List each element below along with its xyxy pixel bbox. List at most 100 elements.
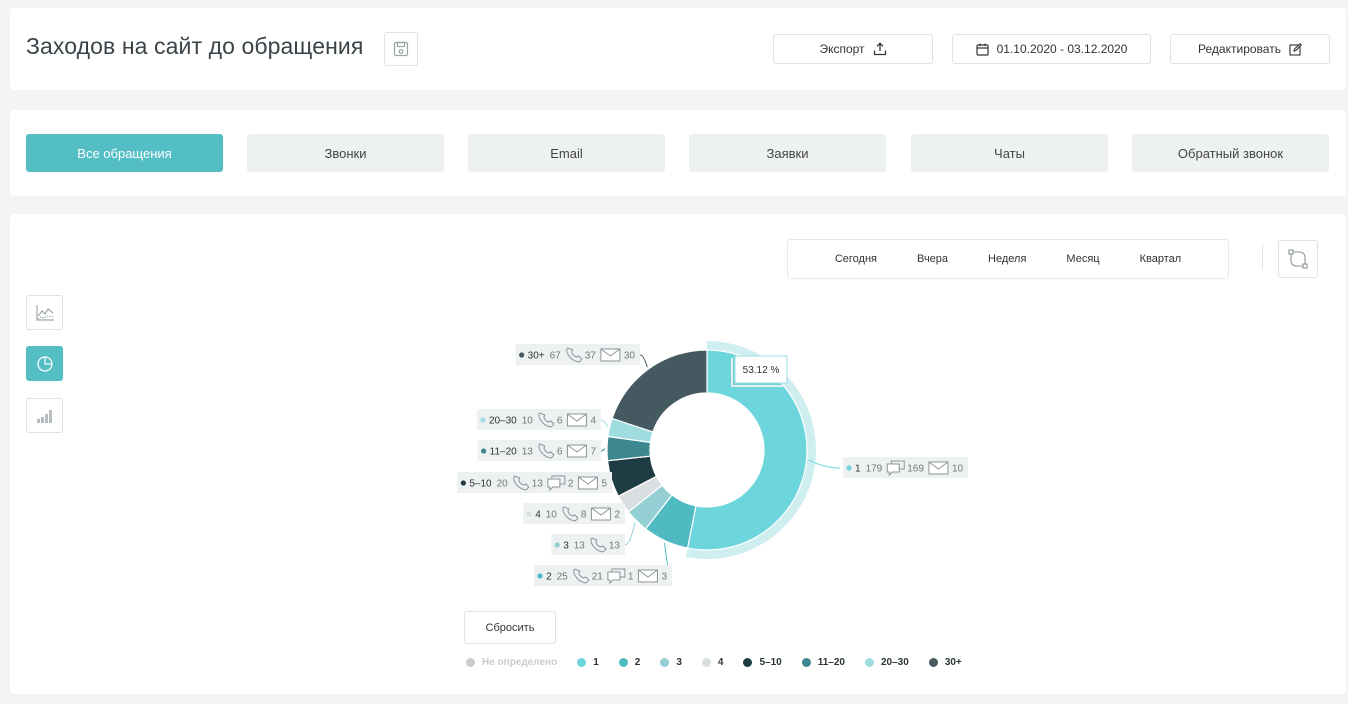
reset-button[interactable]: Сбросить	[464, 611, 556, 644]
label-dot	[519, 352, 525, 358]
chart-legend: Не определено 1 2 3 4 5–10 11–20 20–30 30+	[466, 657, 982, 668]
tabs-card: Все обращения Звонки Email Заявки Чаты О…	[10, 110, 1346, 196]
legend-dot	[618, 658, 628, 667]
label-dot	[480, 417, 486, 423]
edit-icon	[1289, 42, 1302, 56]
slice-tooltip: 53.12 %	[731, 355, 788, 387]
page-title: Заходов на сайт до обращения	[26, 33, 364, 59]
tab-email[interactable]: Email	[468, 134, 665, 172]
legend-item-4[interactable]: 4	[701, 657, 724, 668]
label-total: 10	[522, 416, 534, 427]
legend-item-3[interactable]: 3	[660, 657, 682, 668]
label-name: 1	[855, 464, 861, 475]
legend-label: Не определено	[482, 657, 558, 668]
leader-line	[600, 419, 609, 428]
leader-line	[639, 354, 648, 368]
legend-label: 20–30	[881, 657, 909, 668]
label-name: 20–30	[489, 416, 517, 427]
label-name: 3	[563, 541, 569, 552]
legend-dot	[928, 658, 938, 667]
legend-label: 4	[717, 657, 724, 668]
legend-label: 5–10	[759, 657, 782, 668]
legend-label: 1	[593, 657, 599, 668]
legend-label: 11–20	[817, 657, 845, 668]
tab-label: Звонки	[324, 145, 367, 161]
label-calls: 21	[592, 572, 604, 583]
save-button[interactable]	[384, 32, 418, 66]
tab-label: Email	[550, 145, 583, 161]
label-chats: 1	[628, 572, 634, 583]
legend-item-30-plus[interactable]: 30+	[928, 657, 962, 668]
slice-label-11-20: 11–20 13 6 7	[477, 440, 606, 461]
export-button[interactable]: Экспорт	[773, 34, 933, 64]
chart-card: Сегодня Вчера Неделя Месяц Квартал 53.12…	[10, 214, 1346, 694]
label-dot	[554, 542, 560, 548]
label-name: 5–10	[469, 479, 492, 490]
reset-label: Сбросить	[485, 621, 535, 634]
tab-callback[interactable]: Обратный звонок	[1132, 134, 1329, 172]
tab-all[interactable]: Все обращения	[26, 134, 223, 172]
legend-dot	[466, 658, 475, 667]
legend-dot	[801, 658, 811, 667]
tab-label: Обратный звонок	[1177, 145, 1284, 161]
legend-dot	[743, 658, 753, 667]
tab-label: Чаты	[994, 145, 1025, 161]
slice-label-4: 4 10 8 2	[523, 503, 626, 524]
label-dot	[460, 480, 466, 486]
export-label: Экспорт	[819, 42, 865, 56]
tooltip-text: 53.12 %	[743, 365, 780, 376]
slice-label-30-plus: 30+ 67 37 30	[515, 344, 648, 368]
label-total: 20	[497, 479, 509, 490]
label-name: 11–20	[490, 447, 518, 458]
legend-item-5-10[interactable]: 5–10	[743, 657, 782, 668]
label-calls: 8	[581, 510, 587, 521]
legend-dot	[660, 658, 670, 667]
date-range-button[interactable]: 01.10.2020 - 03.12.2020	[952, 34, 1151, 64]
legend-label: 3	[676, 657, 682, 668]
label-name: 30+	[528, 351, 545, 362]
tab-label: Все обращения	[77, 145, 172, 161]
label-name: 4	[535, 510, 541, 521]
label-box	[843, 457, 969, 478]
label-dot	[481, 448, 487, 454]
legend-item-undefined[interactable]: Не определено	[466, 657, 557, 668]
tab-requests[interactable]: Заявки	[689, 134, 886, 172]
slice-label-5-10: 5–10 20 13 2 5	[457, 472, 613, 493]
slice-label-20-30: 20–30 10 6 4	[476, 409, 609, 430]
legend-item-2[interactable]: 2	[618, 657, 641, 668]
legend-item-20-30[interactable]: 20–30	[865, 657, 909, 668]
label-chats: 2	[568, 479, 574, 490]
label-dot	[526, 511, 532, 517]
label-total: 10	[546, 510, 558, 521]
label-calls: 13	[609, 541, 621, 552]
header-card: Заходов на сайт до обращения Экспорт 01.…	[10, 8, 1346, 90]
edit-button[interactable]: Редактировать	[1170, 34, 1330, 64]
label-emails: 10	[952, 464, 964, 475]
label-chats: 169	[907, 464, 924, 475]
tab-calls[interactable]: Звонки	[247, 134, 444, 172]
label-emails: 7	[590, 447, 596, 458]
label-emails: 3	[661, 572, 667, 583]
label-emails: 4	[590, 416, 596, 427]
legend-item-11-20[interactable]: 11–20	[801, 657, 845, 668]
legend-item-1[interactable]: 1	[577, 657, 599, 668]
legend-dot	[701, 658, 711, 667]
date-range-label: 01.10.2020 - 03.12.2020	[996, 42, 1128, 56]
pie-chart: 53.12 %1 179 169 102 25 21 1 33 13 134 10 8 25–10 20 1…	[457, 341, 969, 586]
slice-label-1: 1 179 169 10	[808, 457, 969, 478]
slice-label-3: 3 13 13	[551, 522, 636, 555]
legend-dot	[865, 658, 874, 667]
calendar-icon	[976, 43, 989, 56]
tab-chats[interactable]: Чаты	[911, 134, 1108, 172]
leader-line	[624, 522, 636, 546]
label-calls: 37	[585, 351, 597, 362]
save-icon	[393, 41, 409, 57]
leader-line	[600, 448, 606, 452]
upload-icon	[873, 42, 886, 56]
edit-label: Редактировать	[1198, 42, 1281, 56]
label-emails: 5	[601, 479, 607, 490]
label-name: 2	[546, 572, 552, 583]
label-total: 13	[574, 541, 586, 552]
legend-label: 2	[634, 657, 641, 668]
legend-dot	[577, 658, 587, 667]
